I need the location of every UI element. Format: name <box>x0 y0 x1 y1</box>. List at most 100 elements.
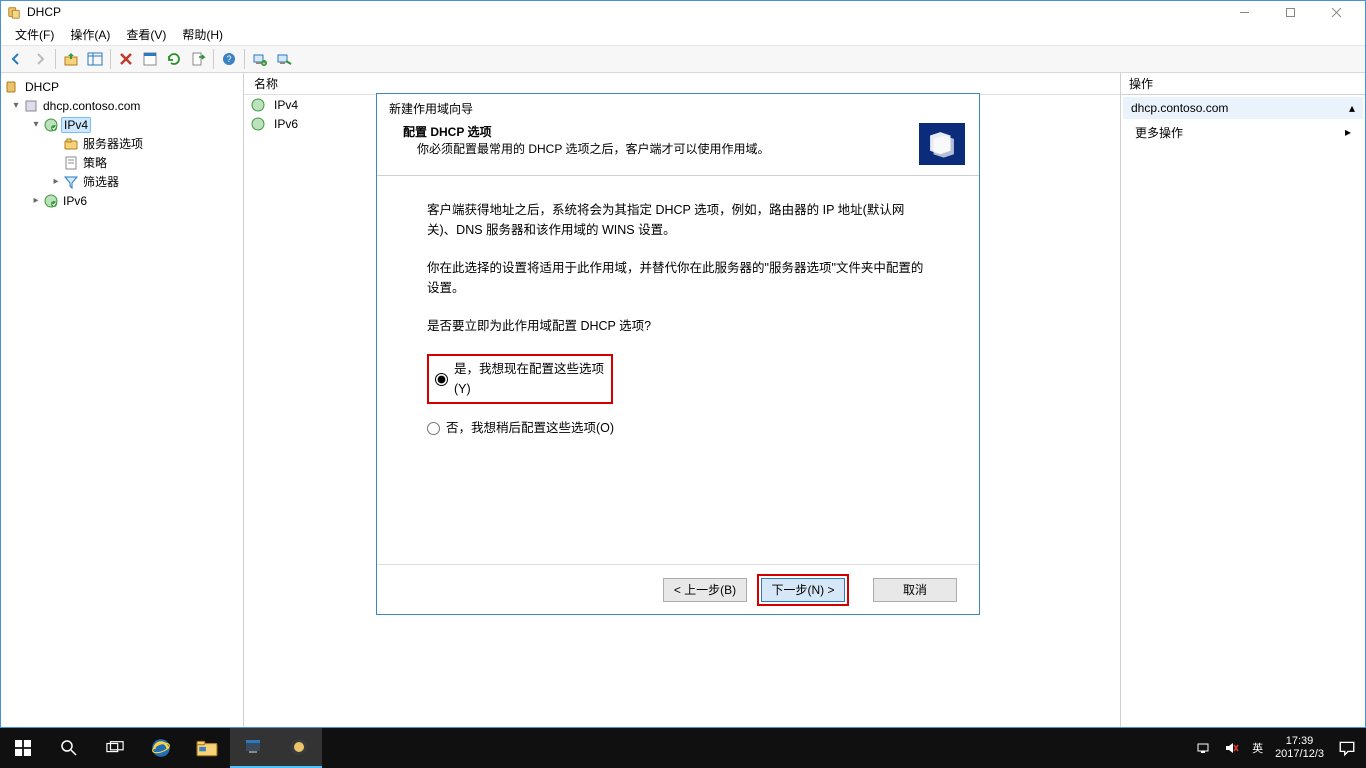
actions-more-label: 更多操作 <box>1135 124 1183 141</box>
delete-icon[interactable] <box>115 48 137 70</box>
dhcp-root-icon <box>5 79 21 95</box>
tree-ipv6[interactable]: ▸ IPv6 <box>3 191 241 210</box>
taskbar-clock[interactable]: 17:39 2017/12/3 <box>1275 735 1324 761</box>
server-options-icon <box>63 136 79 152</box>
wizard-title: 新建作用域向导 <box>377 94 979 119</box>
titlebar: DHCP <box>1 1 1365 23</box>
tree-server-label: dhcp.contoso.com <box>43 99 140 113</box>
actions-more[interactable]: 更多操作 ▸ <box>1121 121 1365 143</box>
tree-root[interactable]: DHCP <box>3 77 241 96</box>
tree-policies[interactable]: 策略 <box>3 153 241 172</box>
help-icon[interactable]: ? <box>218 48 240 70</box>
ipv6-icon <box>250 116 266 132</box>
taskbar-time: 17:39 <box>1275 735 1324 748</box>
close-button[interactable] <box>1313 1 1359 23</box>
notifications-icon[interactable] <box>1336 738 1358 758</box>
search-icon[interactable] <box>46 728 92 768</box>
tree-ipv6-label: IPv6 <box>63 194 87 208</box>
start-button[interactable] <box>0 728 46 768</box>
server-manager-icon[interactable] <box>230 728 276 768</box>
tree-server-options[interactable]: 服务器选项 <box>3 134 241 153</box>
menubar: 文件(F) 操作(A) 查看(V) 帮助(H) <box>1 23 1365 45</box>
tree-filters[interactable]: ▸ 筛选器 <box>3 172 241 191</box>
refresh-icon[interactable] <box>163 48 185 70</box>
chevron-right-icon[interactable]: ▸ <box>49 176 63 187</box>
list-item-label: IPv6 <box>274 117 298 131</box>
svg-text:+: + <box>263 61 266 67</box>
new-scope-wizard: 新建作用域向导 配置 DHCP 选项 你必须配置最常用的 DHCP 选项之后，客… <box>376 93 980 615</box>
forward-icon[interactable] <box>29 48 51 70</box>
toolbar-separator <box>213 49 214 69</box>
wizard-footer: < 上一步(B) 下一步(N) > 取消 <box>377 564 979 614</box>
dhcp-mmc-window: DHCP 文件(F) 操作(A) 查看(V) 帮助(H) ? + <box>0 0 1366 728</box>
actions-selected[interactable]: dhcp.contoso.com ▴ <box>1123 97 1363 119</box>
list-col-name[interactable]: 名称 <box>250 75 370 92</box>
cancel-button[interactable]: 取消 <box>873 578 957 602</box>
properties-icon[interactable] <box>139 48 161 70</box>
menu-file[interactable]: 文件(F) <box>7 24 62 45</box>
ipv4-icon <box>250 97 266 113</box>
server-icon <box>23 98 39 114</box>
ipv6-icon <box>43 193 59 209</box>
export-list-icon[interactable] <box>187 48 209 70</box>
radio-no-label[interactable]: 否，我想稍后配置这些选项(O) <box>446 418 614 438</box>
menu-action[interactable]: 操作(A) <box>62 24 118 45</box>
network-icon[interactable] <box>1196 740 1212 756</box>
chevron-right-icon[interactable]: ▸ <box>29 195 43 206</box>
tree-ipv4-label: IPv4 <box>61 117 91 133</box>
filters-icon <box>63 174 79 190</box>
maximize-button[interactable] <box>1267 1 1313 23</box>
menu-view[interactable]: 查看(V) <box>118 24 174 45</box>
taskbar-right: 英 17:39 2017/12/3 <box>1188 735 1366 761</box>
server-add-icon[interactable]: + <box>249 48 271 70</box>
show-hide-tree-icon[interactable] <box>84 48 106 70</box>
ie-icon[interactable] <box>138 728 184 768</box>
dhcp-taskbar-icon[interactable] <box>276 728 322 768</box>
taskbar-date: 2017/12/3 <box>1275 748 1324 761</box>
chevron-right-icon: ▸ <box>1345 125 1351 139</box>
tree-root-label: DHCP <box>25 80 59 94</box>
policies-icon <box>63 155 79 171</box>
wizard-p2: 你在此选择的设置将适用于此作用域，并替代你在此服务器的"服务器选项"文件夹中配置… <box>427 258 929 298</box>
toolbar-separator <box>55 49 56 69</box>
actions-selected-label: dhcp.contoso.com <box>1131 101 1228 115</box>
server-manage-icon[interactable] <box>273 48 295 70</box>
task-view-icon[interactable] <box>92 728 138 768</box>
radio-yes[interactable] <box>435 373 448 386</box>
taskbar[interactable]: 英 17:39 2017/12/3 <box>0 728 1366 768</box>
list-header[interactable]: 名称 <box>244 73 1120 95</box>
radio-yes-row[interactable]: 是，我想现在配置这些选项(Y) <box>427 354 613 404</box>
menu-help[interactable]: 帮助(H) <box>174 24 231 45</box>
list-item-label: IPv4 <box>274 98 298 112</box>
titlebar-left: DHCP <box>7 5 61 19</box>
tree-ipv4[interactable]: ▾ IPv4 <box>3 115 241 134</box>
toolbar: ? + <box>1 45 1365 73</box>
next-button[interactable]: 下一步(N) > <box>761 578 845 602</box>
wizard-header-text: 配置 DHCP 选项 你必须配置最常用的 DHCP 选项之后，客户端才可以使用作… <box>403 123 769 157</box>
actions-header: 操作 <box>1121 73 1365 95</box>
back-button[interactable]: < 上一步(B) <box>663 578 747 602</box>
tree-filters-label: 筛选器 <box>83 173 119 190</box>
wizard-header-sub: 你必须配置最常用的 DHCP 选项之后，客户端才可以使用作用域。 <box>403 140 769 157</box>
tree-server[interactable]: ▾ dhcp.contoso.com <box>3 96 241 115</box>
list-panel: 名称 IPv4 IPv6 新建作用域向导 配置 DHCP 选项 你必须配置最常用… <box>244 73 1121 727</box>
chevron-down-icon[interactable]: ▾ <box>29 119 43 130</box>
svg-text:?: ? <box>226 54 231 64</box>
radio-no[interactable] <box>427 422 440 435</box>
minimize-button[interactable] <box>1221 1 1267 23</box>
back-icon[interactable] <box>5 48 27 70</box>
ime-indicator[interactable]: 英 <box>1252 740 1263 756</box>
wizard-header-icon <box>919 123 965 165</box>
taskbar-left <box>0 728 322 768</box>
explorer-icon[interactable] <box>184 728 230 768</box>
tree-policies-label: 策略 <box>83 154 107 171</box>
window-controls <box>1221 1 1359 23</box>
radio-yes-label[interactable]: 是，我想现在配置这些选项(Y) <box>454 359 605 399</box>
window-title: DHCP <box>27 5 61 19</box>
up-icon[interactable] <box>60 48 82 70</box>
chevron-down-icon[interactable]: ▾ <box>9 100 23 111</box>
radio-no-row[interactable]: 否，我想稍后配置这些选项(O) <box>427 418 929 438</box>
tree-server-options-label: 服务器选项 <box>83 135 143 152</box>
volume-muted-icon[interactable] <box>1224 740 1240 756</box>
tree-panel[interactable]: DHCP ▾ dhcp.contoso.com ▾ IPv4 服务器选项 策略 <box>1 73 244 727</box>
